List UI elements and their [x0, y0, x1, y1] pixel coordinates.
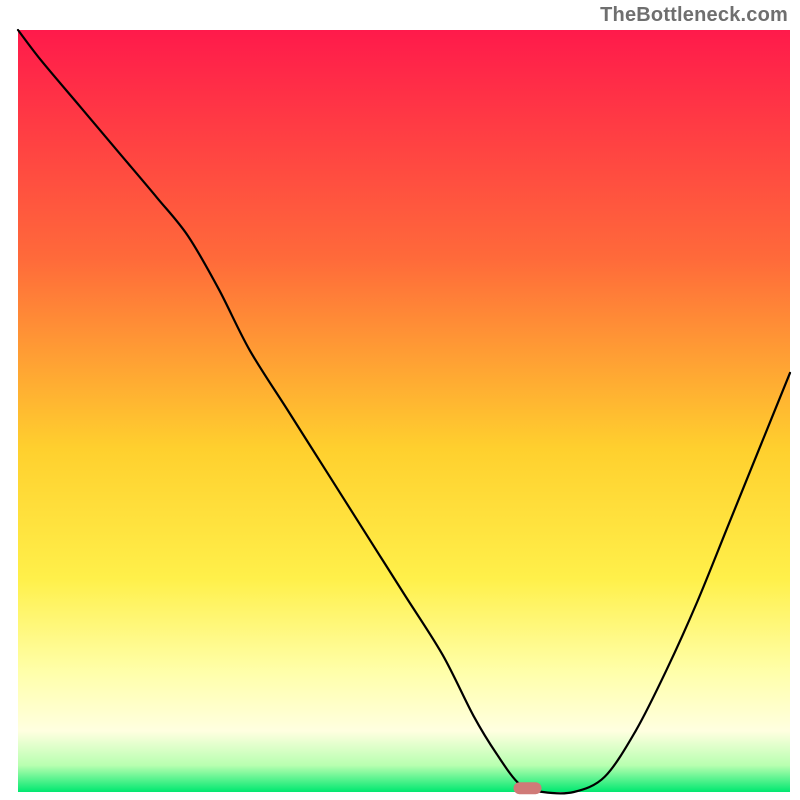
gradient-background	[18, 30, 790, 792]
optimal-marker	[514, 782, 542, 794]
chart-svg	[0, 0, 800, 800]
bottleneck-chart: TheBottleneck.com	[0, 0, 800, 800]
watermark-text: TheBottleneck.com	[600, 4, 788, 27]
